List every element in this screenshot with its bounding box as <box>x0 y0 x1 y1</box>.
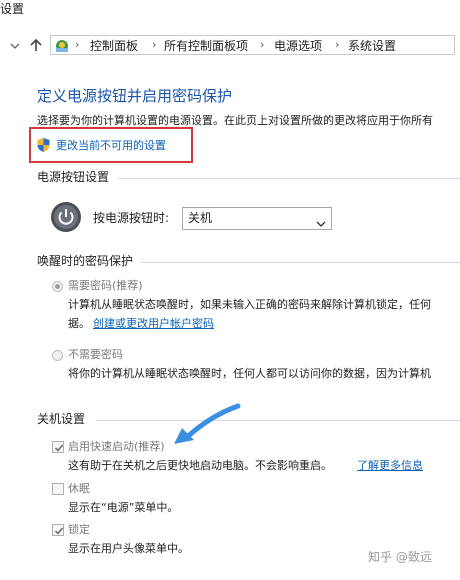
breadcrumb-all-items[interactable]: 所有控制面板项 <box>164 39 248 53</box>
select-value: 关机 <box>188 211 213 225</box>
lock-label: 锁定 <box>68 523 90 536</box>
option-no-password-desc: 将你的计算机从睡眠状态唤醒时，任何人都可以访问你的数据，因为计算机 <box>68 367 431 380</box>
breadcrumb-system-settings[interactable]: 系统设置 <box>348 39 396 53</box>
annotation-arrow-icon <box>170 400 244 448</box>
divider <box>140 262 460 263</box>
option-require-password-desc-end: 据。 <box>68 317 90 330</box>
breadcrumb-separator-icon: › <box>152 38 157 51</box>
learn-more-link[interactable]: 了解更多信息 <box>357 459 423 473</box>
option-require-password-label: 需要密码(推荐) <box>68 279 143 292</box>
divider <box>118 178 460 179</box>
radio-no-password[interactable] <box>52 350 63 361</box>
breadcrumb-separator-icon: › <box>75 38 80 51</box>
control-panel-icon <box>54 38 70 53</box>
change-unavailable-settings-link[interactable]: 更改当前不可用的设置 <box>56 139 166 153</box>
option-no-password-label: 不需要密码 <box>68 348 123 361</box>
power-button-icon <box>50 201 82 233</box>
fast-startup-label: 启用快速启动(推荐) <box>68 440 165 453</box>
checkbox-hibernate[interactable] <box>52 483 64 495</box>
chevron-down-icon <box>316 214 326 227</box>
fast-startup-desc: 这有助于在关机之后更快地启动电脑。不会影响重启。 <box>68 459 332 472</box>
breadcrumb-power-options[interactable]: 电源选项 <box>274 39 322 53</box>
hibernate-desc: 显示在“电源”菜单中。 <box>68 501 179 514</box>
page-title: 定义电源按钮并启用密码保护 <box>37 87 233 105</box>
page-description: 选择要为你的计算机设置的电源设置。在此页上对设置所做的更改将应用于你所有 <box>37 114 433 127</box>
breadcrumb-separator-icon: › <box>335 38 340 51</box>
radio-require-password[interactable] <box>52 281 63 292</box>
lock-desc: 显示在用户头像菜单中。 <box>68 542 189 555</box>
shield-icon <box>36 137 51 153</box>
hibernate-label: 休眠 <box>68 482 90 495</box>
section-label-shutdown: 关机设置 <box>37 412 86 426</box>
section-label-password: 唤醒时的密码保护 <box>37 254 134 268</box>
option-require-password-desc: 计算机从睡眠状态唤醒时，如果未输入正确的密码来解除计算机锁定，任何 <box>68 298 431 311</box>
watermark: 知乎 @致远 <box>368 550 432 564</box>
section-label-power-button: 电源按钮设置 <box>37 170 110 184</box>
up-arrow-icon[interactable] <box>29 37 43 53</box>
divider <box>96 420 460 421</box>
chevron-down-icon[interactable] <box>8 38 22 52</box>
window-title: 设置 <box>0 2 25 16</box>
breadcrumb-separator-icon: › <box>260 38 265 51</box>
checkbox-lock[interactable] <box>52 524 64 536</box>
create-change-password-link[interactable]: 创建或更改用户帐户密码 <box>93 317 214 331</box>
checkbox-fast-startup[interactable] <box>52 441 64 453</box>
address-bar[interactable]: › 控制面板 › 所有控制面板项 › 电源选项 › 系统设置 <box>50 35 455 55</box>
breadcrumb-control-panel[interactable]: 控制面板 <box>90 39 138 53</box>
power-button-action-label: 按电源按钮时: <box>93 211 170 225</box>
power-button-action-select[interactable]: 关机 <box>182 207 332 230</box>
